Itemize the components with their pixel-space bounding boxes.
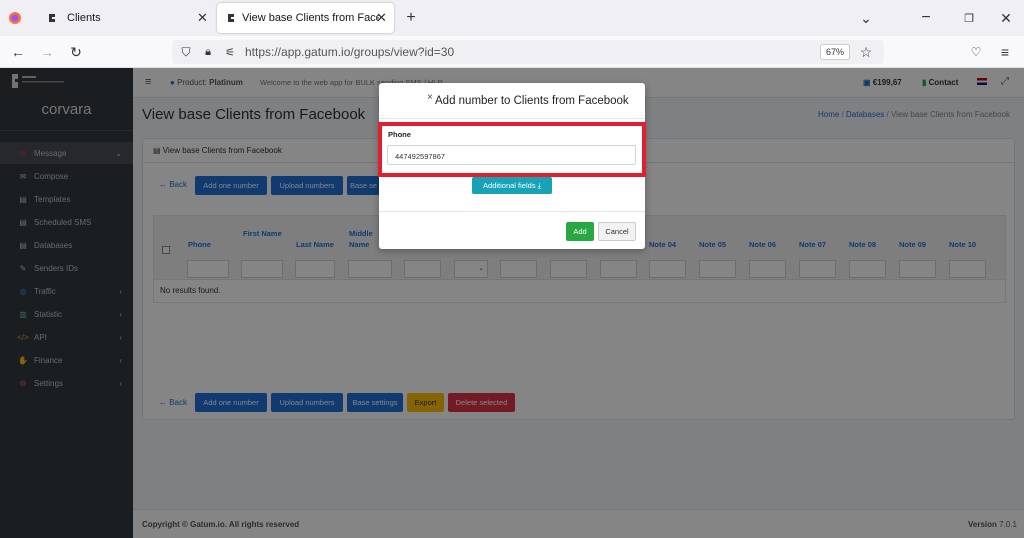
modal-title: Add number to Clients from Facebook	[435, 95, 629, 107]
close-icon[interactable]: ×	[427, 92, 433, 103]
tab-clients[interactable]: Clients ✕	[35, 3, 215, 33]
url-text[interactable]: https://app.gatum.io/groups/view?id=30	[245, 45, 454, 59]
phone-input-value: 447492597867	[395, 152, 446, 161]
bookmark-star-icon[interactable]: ☆	[858, 44, 874, 60]
shield-icon[interactable]: ⛉	[178, 44, 194, 60]
minimize-icon[interactable]: −	[917, 9, 935, 26]
back-arrow-icon[interactable]: ←	[9, 43, 27, 61]
menu-hamburger-icon[interactable]: ≡	[996, 43, 1014, 61]
gatum-logo-icon	[222, 12, 240, 24]
gatum-logo-icon	[43, 12, 61, 24]
permissions-icon[interactable]: ⚟	[222, 44, 238, 60]
firefox-icon[interactable]	[6, 9, 24, 27]
zoom-level[interactable]: 67%	[820, 44, 850, 60]
divider	[379, 118, 645, 119]
tab-bar: Clients ✕ View base Clients from Faceboo…	[0, 0, 1024, 36]
additional-fields-button[interactable]: Additional fields ⤓	[472, 177, 552, 194]
restore-icon[interactable]: ❐	[960, 10, 978, 26]
phone-input[interactable]: 447492597867	[387, 145, 636, 165]
forward-arrow-icon[interactable]: →	[38, 43, 56, 61]
tab-view-base[interactable]: View base Clients from Facebook ✕	[217, 3, 394, 33]
close-window-icon[interactable]: ✕	[997, 10, 1015, 26]
tab-label: Clients	[67, 12, 101, 24]
tab-list-chevron-icon[interactable]: ⌄	[857, 10, 875, 26]
navigation-bar: ← → ↻ ⛉ 🔒︎ ⚟ https://app.gatum.io/groups…	[0, 36, 1024, 68]
lock-icon[interactable]: 🔒︎	[200, 44, 216, 60]
close-tab-icon[interactable]: ✕	[376, 10, 387, 26]
add-button[interactable]: Add	[566, 222, 594, 241]
add-number-modal: × Add number to Clients from Facebook Ph…	[378, 83, 646, 249]
divider	[379, 211, 645, 212]
phone-label: Phone	[388, 130, 411, 139]
address-bar[interactable]: ⛉ 🔒︎ ⚟ https://app.gatum.io/groups/view?…	[172, 40, 884, 64]
pocket-icon[interactable]: ♡	[967, 43, 985, 61]
close-tab-icon[interactable]: ✕	[197, 10, 208, 26]
cancel-button[interactable]: Cancel	[598, 222, 636, 241]
modal-backdrop-sidebar[interactable]	[0, 68, 133, 538]
new-tab-icon[interactable]: +	[402, 9, 420, 26]
reload-icon[interactable]: ↻	[67, 43, 85, 61]
tab-label: View base Clients from Facebook	[242, 12, 379, 24]
